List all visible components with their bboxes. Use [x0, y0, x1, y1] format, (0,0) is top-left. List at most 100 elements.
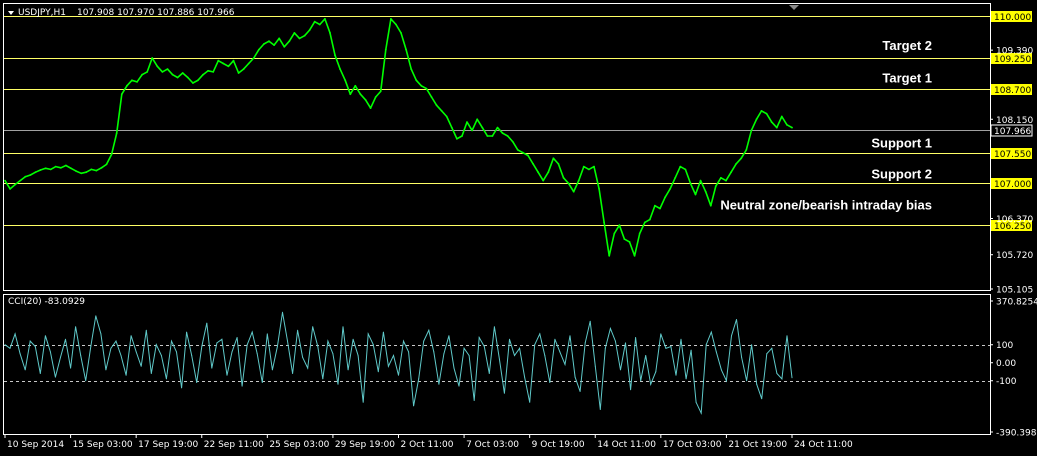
time-axis-label: 2 Oct 11:00 [401, 440, 454, 450]
cci-point [614, 340, 616, 342]
time-axis-label: 14 Oct 11:00 [597, 440, 656, 450]
cci-point [670, 346, 672, 347]
cci-point [181, 387, 183, 389]
cci-point [746, 380, 748, 382]
cci-point [186, 331, 188, 333]
price-point [542, 179, 545, 182]
price-point [34, 171, 37, 174]
price-point [791, 126, 793, 129]
cci-point [65, 338, 66, 340]
price-point [120, 93, 123, 96]
price-point [420, 84, 423, 87]
price-point [760, 110, 763, 112]
cci-point [307, 367, 309, 369]
cci-point [130, 335, 132, 337]
cci-point [609, 328, 611, 329]
price-point [775, 126, 778, 129]
cci-point [731, 335, 732, 337]
cci-point [493, 326, 495, 328]
cci-point [715, 351, 717, 353]
price-point [390, 18, 392, 20]
cci-point [327, 340, 329, 342]
price-point [628, 241, 631, 243]
price-point [29, 174, 32, 176]
cci-point [54, 376, 56, 378]
cci-point [271, 369, 273, 371]
cci-point [312, 326, 314, 328]
price-point [207, 69, 210, 72]
cci-point [60, 356, 61, 358]
price-point [786, 123, 788, 126]
price-point [354, 84, 357, 87]
cci-point [741, 356, 743, 358]
price-point [369, 107, 372, 109]
price-point [136, 81, 138, 83]
cci-point [791, 377, 793, 379]
price-point [638, 232, 641, 235]
price-point [268, 40, 270, 43]
cci-point [509, 338, 510, 340]
cci-point [206, 322, 208, 324]
cci-point [387, 365, 389, 367]
price-point [735, 163, 737, 165]
cci-point [165, 378, 167, 380]
price-point [263, 43, 265, 45]
cci-point [9, 347, 11, 349]
price-point [709, 204, 712, 207]
cci-point [655, 371, 657, 373]
cci-axis-label: -100 [996, 377, 1017, 387]
price-point [603, 221, 605, 224]
time-axis-label: 17 Oct 03:00 [663, 440, 722, 450]
cci-axis-label: 100 [996, 341, 1013, 351]
cci-point [135, 351, 137, 353]
price-point [522, 151, 524, 154]
price-point [598, 188, 600, 190]
cci-point [251, 331, 253, 333]
price-point [476, 118, 479, 121]
cci-point [19, 353, 21, 355]
price-point [19, 179, 22, 182]
cci-point [70, 367, 72, 369]
cci-point [155, 344, 157, 346]
cci-point [393, 355, 394, 356]
cci-point [589, 320, 591, 322]
chart-shift-marker-icon[interactable] [789, 5, 799, 10]
chart-annotation: Target 2 [882, 38, 932, 53]
price-point [202, 73, 204, 76]
price-point [552, 157, 555, 160]
usdjpy-h1-chart[interactable]: Target 2 Target 1 Support 1 Support 2 Neutra… [0, 0, 1037, 456]
cci-point [776, 373, 778, 374]
price-point [755, 118, 758, 121]
price-point [567, 182, 570, 185]
cci-point [266, 333, 268, 335]
price-point [730, 171, 732, 174]
symbol-label: USDJPY,H1 [18, 8, 66, 18]
cci-point [332, 353, 334, 355]
cci-point [256, 353, 258, 355]
cci-point [276, 346, 278, 347]
cci-point [14, 333, 16, 335]
cci-point [29, 340, 31, 342]
cci-axis-label: 370.8254 [996, 298, 1037, 308]
time-axis-label: 9 Oct 19:00 [532, 440, 585, 450]
cci-point [362, 401, 364, 403]
cci-point [413, 405, 415, 407]
cci-point [191, 355, 193, 356]
cci-point [690, 349, 692, 351]
cci-point [438, 383, 440, 385]
price-point [131, 79, 133, 82]
price-point [141, 73, 144, 76]
price-point [227, 65, 230, 68]
symbol-menu-arrow-icon[interactable] [8, 11, 14, 15]
cci-point [80, 355, 82, 356]
price-point [156, 65, 159, 68]
cci-point [75, 326, 77, 328]
cci-point [529, 401, 531, 403]
time-axis-label: 21 Oct 19:00 [728, 440, 787, 450]
price-point [171, 73, 174, 76]
price-point [232, 59, 235, 62]
cci-point [171, 340, 172, 342]
cci-point [150, 373, 152, 374]
cci-point [423, 340, 425, 342]
price-point [212, 71, 215, 73]
